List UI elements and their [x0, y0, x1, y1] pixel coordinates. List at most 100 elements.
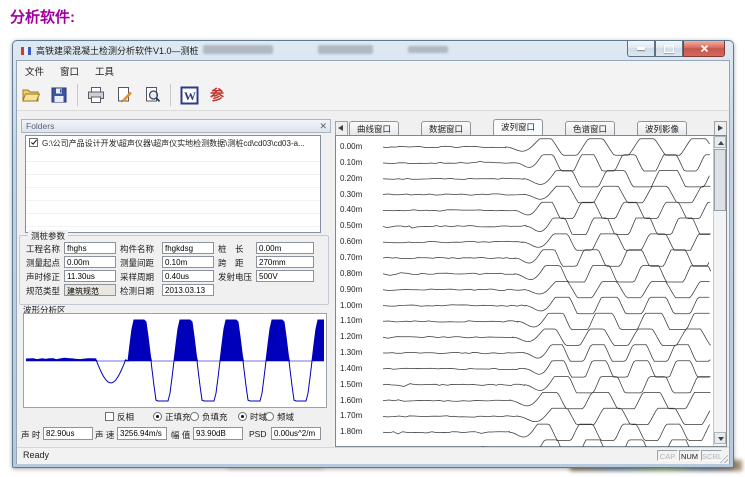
field-measure-interval-value[interactable]: 0.10m [162, 256, 214, 268]
folder-item[interactable]: G:\公司产品设计开发\超声仪器\超声仪实地检测数据\测桩cd\cd03\cd0… [26, 136, 320, 149]
status-ready: Ready [23, 450, 49, 460]
save-button[interactable] [46, 82, 72, 108]
field-span-distance-label: 跨 距 [218, 257, 244, 269]
toolbar: W 参 [17, 80, 729, 111]
field-test-date-value[interactable]: 2013.03.13 [162, 284, 214, 296]
print-setup-button[interactable] [111, 82, 137, 108]
close-icon [700, 44, 709, 53]
freq-domain-radio[interactable] [265, 412, 274, 421]
readout-sound-time-value[interactable]: 82.90us [43, 427, 93, 440]
folders-empty-row [26, 149, 320, 162]
folders-empty-row [26, 188, 320, 201]
status-indicator-cap: CAP [657, 450, 678, 461]
field-sampling-period-label: 采样周期 [120, 271, 154, 283]
field-emission-voltage-value[interactable]: 500V [256, 270, 314, 282]
status-bar: Ready CAPNUMSCRL [17, 447, 729, 464]
field-sound-time-correction-value[interactable]: 11.30us [64, 270, 116, 282]
readout-psd-value[interactable]: 0.00us^2/m [271, 427, 321, 440]
pile-params-group: 测桩参数 工程名称fhghs构件名称fhgkdsg桩 长0.00m测量起点0.0… [19, 235, 329, 305]
readout-sound-time-label: 声 时 [21, 429, 40, 441]
field-sampling-period-value[interactable]: 0.40us [162, 270, 214, 282]
field-component-name-label: 构件名称 [120, 243, 154, 255]
field-test-date-label: 检测日期 [120, 285, 154, 297]
wave-trace [383, 329, 711, 345]
freq-domain-label: 频域 [277, 411, 294, 423]
page-pencil-icon [115, 86, 134, 104]
scroll-thumb[interactable] [714, 149, 726, 211]
folders-panel-header[interactable]: Folders ✕ [21, 119, 331, 133]
invert-checkbox[interactable] [105, 412, 114, 421]
pile-params-title: 测桩参数 [28, 230, 68, 242]
folders-empty-row [26, 214, 320, 227]
wave-trace [383, 424, 710, 440]
toolbar-separator [170, 84, 171, 106]
close-button[interactable] [683, 41, 725, 57]
folder-item-path: G:\公司产品设计开发\超声仪器\超声仪实地检测数据\测桩cd\cd03\cd0… [42, 138, 318, 149]
wave-trace [383, 313, 710, 329]
wave-trace [383, 186, 710, 203]
tab-curve[interactable]: 曲线窗口 [349, 121, 399, 135]
negative-fill-label: 负填充 [202, 411, 228, 423]
scroll-down-button[interactable] [714, 432, 726, 444]
field-pile-length-label: 桩 长 [218, 243, 244, 255]
vertical-scrollbar[interactable] [713, 136, 726, 446]
maximize-button[interactable] [655, 41, 683, 57]
tab-scroll-right-button[interactable] [714, 121, 727, 136]
wave-analysis-plot[interactable] [23, 313, 327, 408]
wave-trace [383, 250, 709, 266]
tab-strip: 曲线窗口 数据窗口 波列窗口 色谱窗口 波列影像 [333, 119, 729, 135]
word-icon: W [180, 86, 199, 105]
wave-trace [383, 282, 710, 298]
menu-item-file[interactable]: 文件 [17, 62, 52, 80]
positive-fill-radio[interactable] [153, 412, 162, 421]
tab-wave-image[interactable]: 波列影像 [637, 121, 687, 135]
wave-trace [383, 218, 710, 235]
tab-scroll-left-button[interactable] [335, 121, 348, 136]
folders-title: Folders [26, 121, 54, 131]
print-preview-button[interactable] [139, 82, 165, 108]
word-export-button[interactable]: W [176, 82, 202, 108]
readout-sound-velocity-value[interactable]: 3256.94m/s [117, 427, 167, 440]
wave-trace [383, 408, 710, 424]
toolbar-separator [77, 84, 78, 106]
aero-glass-reflection [408, 46, 448, 53]
window-title: 高铁建梁混凝土检测分析软件V1.0—测桩 [36, 44, 199, 57]
negative-fill-radio[interactable] [190, 412, 199, 421]
folder-item-checkbox[interactable] [29, 138, 38, 147]
scroll-up-button[interactable] [714, 136, 726, 148]
tab-data[interactable]: 数据窗口 [421, 121, 471, 135]
wave-train-panel[interactable]: 0.00m0.10m0.20m0.30m0.40m0.50m0.60m0.70m… [335, 135, 727, 447]
print-button[interactable] [83, 82, 109, 108]
readout-psd-label: PSD [249, 429, 266, 439]
params-char-icon: 参 [210, 85, 224, 105]
aero-glass-reflection [318, 45, 373, 54]
folders-empty-row [26, 175, 320, 188]
menu-item-tools[interactable]: 工具 [87, 62, 122, 80]
wave-trace [383, 440, 710, 447]
parameters-button[interactable]: 参 [204, 82, 230, 108]
folders-close-button[interactable]: ✕ [319, 120, 327, 133]
field-project-name-value[interactable]: fhghs [64, 242, 116, 254]
field-standard-type-value[interactable]: 建筑规范 [64, 284, 116, 296]
open-file-button[interactable] [18, 82, 44, 108]
title-bar[interactable]: 高铁建梁混凝土检测分析软件V1.0—测桩 [13, 41, 733, 60]
field-emission-voltage-label: 发射电压 [218, 271, 252, 283]
field-span-distance-value[interactable]: 270mm [256, 256, 314, 268]
readout-sound-velocity-label: 声 速 [95, 429, 114, 441]
tab-spectrum[interactable]: 色谱窗口 [565, 121, 615, 135]
minimize-button[interactable] [627, 41, 655, 57]
time-domain-radio[interactable] [238, 412, 247, 421]
readout-amplitude-value[interactable]: 93.90dB [193, 427, 243, 440]
field-measure-start-value[interactable]: 0.00m [64, 256, 116, 268]
menu-bar: 文件窗口工具 [17, 61, 729, 80]
arrow-down-icon [718, 437, 724, 441]
menu-item-window[interactable]: 窗口 [52, 62, 87, 80]
tab-wave-train[interactable]: 波列窗口 [493, 119, 543, 135]
folders-list[interactable]: G:\公司产品设计开发\超声仪器\超声仪实地检测数据\测桩cd\cd03\cd0… [25, 135, 321, 233]
field-standard-type-label: 规范类型 [26, 285, 60, 297]
field-project-name-label: 工程名称 [26, 243, 60, 255]
field-pile-length-value[interactable]: 0.00m [256, 242, 314, 254]
field-component-name-value[interactable]: fhgkdsg [162, 242, 214, 254]
wave-analysis-waveform [24, 314, 326, 407]
wave-trace [383, 345, 710, 361]
